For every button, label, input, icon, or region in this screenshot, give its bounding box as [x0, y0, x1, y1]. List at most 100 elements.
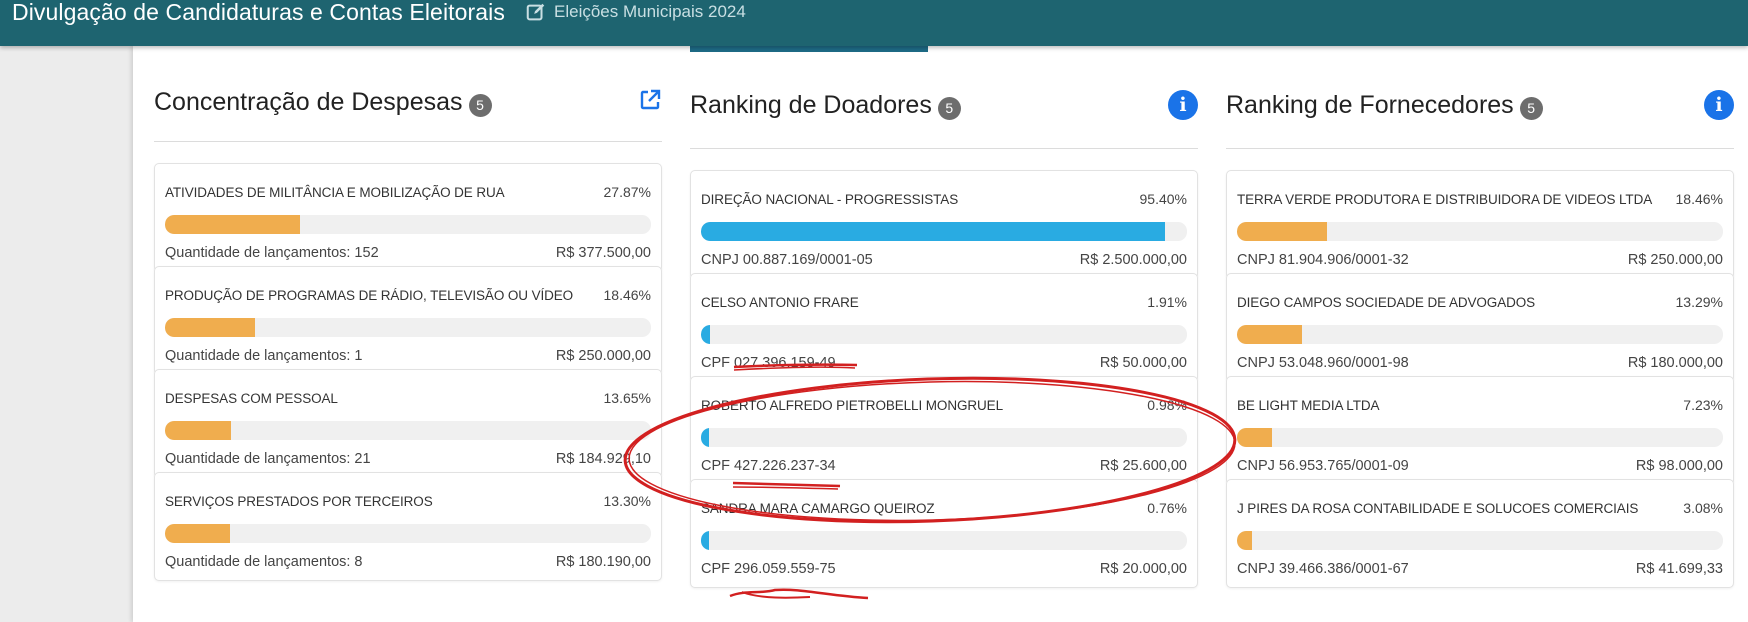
- despesas-header: Concentração de Despesas 5: [154, 46, 662, 142]
- supplier-value: R$ 250.000,00: [1627, 252, 1723, 268]
- donor-name: CELSO ANTONIO FRARE: [701, 295, 859, 310]
- donor-percentage: 0.98%: [1147, 397, 1187, 413]
- expense-card[interactable]: DESPESAS COM PESSOAL 13.65% Quantidade de …: [154, 369, 662, 478]
- expense-value: R$ 250.000,00: [555, 348, 651, 364]
- donor-detail: CPF 427.226.237-34: [701, 458, 836, 474]
- expense-card[interactable]: ATIVIDADES DE MILITÂNCIA E MOBILIZAÇÃO D…: [154, 163, 662, 272]
- expense-percentage: 13.30%: [603, 493, 651, 509]
- supplier-progress-bar: [1237, 428, 1723, 447]
- expense-percentage: 27.87%: [603, 184, 651, 200]
- donor-value: R$ 20.000,00: [1099, 561, 1187, 577]
- supplier-card[interactable]: DIEGO CAMPOS SOCIEDADE DE ADVOGADOS 13.29…: [1226, 273, 1734, 382]
- donor-detail: CPF 027.396.159-49: [701, 355, 836, 371]
- fornecedores-info-icon[interactable]: i: [1704, 90, 1734, 120]
- donor-progress-bar: [701, 428, 1187, 447]
- expense-progress-bar: [165, 421, 651, 440]
- donor-card[interactable]: DIREÇÃO NACIONAL - PROGRESSISTAS 95.40% CN…: [690, 170, 1198, 279]
- expense-progress-bar: [165, 524, 651, 543]
- donor-name: DIREÇÃO NACIONAL - PROGRESSISTAS: [701, 192, 959, 207]
- expense-detail: Quantidade de lançamentos: 152: [165, 245, 379, 261]
- supplier-percentage: 3.08%: [1683, 500, 1723, 516]
- supplier-name: BE LIGHT MEDIA LTDA: [1237, 398, 1380, 413]
- donor-progress-bar: [701, 325, 1187, 344]
- supplier-value: R$ 180.000,00: [1627, 355, 1723, 371]
- expense-name: DESPESAS COM PESSOAL: [165, 391, 338, 406]
- fornecedores-count-badge: 5: [1519, 96, 1543, 120]
- donor-percentage: 95.40%: [1139, 191, 1187, 207]
- doadores-info-icon[interactable]: i: [1168, 90, 1198, 120]
- donor-name: ROBERTO ALFREDO PIETROBELLI MONGRUEL: [701, 398, 1003, 413]
- edit-icon[interactable]: [525, 1, 547, 23]
- fornecedores-header: Ranking de Fornecedores 5 i: [1226, 46, 1734, 149]
- donor-card[interactable]: CELSO ANTONIO FRARE 1.91% CPF 027.396.159-…: [690, 273, 1198, 382]
- doadores-title-row: Ranking de Doadores 5: [690, 91, 961, 120]
- expense-value: R$ 184.929,10: [555, 451, 651, 467]
- supplier-percentage: 13.29%: [1675, 294, 1723, 310]
- donor-percentage: 1.91%: [1147, 294, 1187, 310]
- supplier-progress-fill: [1237, 531, 1252, 550]
- despesas-title: Concentração de Despesas: [154, 88, 463, 116]
- expense-progress-bar: [165, 318, 651, 337]
- donor-value: R$ 2.500.000,00: [1079, 252, 1187, 268]
- expense-name: SERVIÇOS PRESTADOS POR TERCEIROS: [165, 494, 433, 509]
- fornecedores-title-row: Ranking de Fornecedores 5: [1226, 91, 1543, 120]
- expense-detail: Quantidade de lançamentos: 21: [165, 451, 371, 467]
- expense-progress-bar: [165, 215, 651, 234]
- expense-percentage: 18.46%: [603, 287, 651, 303]
- expense-name: ATIVIDADES DE MILITÂNCIA E MOBILIZAÇÃO D…: [165, 185, 505, 200]
- donor-percentage: 0.76%: [1147, 500, 1187, 516]
- dashboard-content: Concentração de Despesas 5 ATIVIDADES DE…: [133, 46, 1748, 622]
- supplier-progress-bar: [1237, 222, 1723, 241]
- supplier-progress-bar: [1237, 325, 1723, 344]
- donor-progress-fill: [701, 222, 1165, 241]
- supplier-progress-fill: [1237, 428, 1273, 447]
- despesas-title-row: Concentração de Despesas 5: [154, 88, 492, 117]
- donor-progress-fill: [701, 428, 709, 447]
- supplier-detail: CNPJ 39.466.386/0001-67: [1237, 561, 1409, 577]
- expense-value: R$ 180.190,00: [555, 554, 651, 570]
- supplier-card[interactable]: BE LIGHT MEDIA LTDA 7.23% CNPJ 56.953.765/…: [1226, 376, 1734, 485]
- expense-progress-fill: [165, 421, 232, 440]
- supplier-detail: CNPJ 81.904.906/0001-32: [1237, 252, 1409, 268]
- supplier-percentage: 7.23%: [1683, 397, 1723, 413]
- expense-detail: Quantidade de lançamentos: 8: [165, 554, 363, 570]
- app-title: Divulgação de Candidaturas e Contas Elei…: [12, 0, 505, 25]
- donor-progress-fill: [701, 325, 711, 344]
- supplier-detail: CNPJ 53.048.960/0001-98: [1237, 355, 1409, 371]
- supplier-name: TERRA VERDE PRODUTORA E DISTRIBUIDORA DE…: [1237, 192, 1653, 207]
- doadores-title: Ranking de Doadores: [690, 91, 932, 119]
- donor-card[interactable]: SANDRA MARA CAMARGO QUEIROZ 0.76% CPF 296.…: [690, 479, 1198, 588]
- donor-progress-bar: [701, 531, 1187, 550]
- supplier-progress-bar: [1237, 531, 1723, 550]
- donor-value: R$ 25.600,00: [1099, 458, 1187, 474]
- supplier-card[interactable]: J PIRES DA ROSA CONTABILIDADE E SOLUCOES…: [1226, 479, 1734, 588]
- expense-card[interactable]: SERVIÇOS PRESTADOS POR TERCEIROS 13.30% Qu…: [154, 472, 662, 581]
- expense-progress-fill: [165, 524, 230, 543]
- supplier-percentage: 18.46%: [1675, 191, 1723, 207]
- donor-progress-fill: [701, 531, 709, 550]
- supplier-detail: CNPJ 56.953.765/0001-09: [1237, 458, 1409, 474]
- expense-percentage: 13.65%: [603, 390, 651, 406]
- external-link-icon[interactable]: [638, 88, 662, 117]
- expense-progress-fill: [165, 215, 301, 234]
- doadores-count-badge: 5: [937, 96, 961, 120]
- expense-progress-fill: [165, 318, 255, 337]
- expense-name: PRODUÇÃO DE PROGRAMAS DE RÁDIO, TELEVISÃ…: [165, 288, 574, 303]
- supplier-name: J PIRES DA ROSA CONTABILIDADE E SOLUCOES…: [1237, 501, 1639, 516]
- donor-name: SANDRA MARA CAMARGO QUEIROZ: [701, 501, 935, 516]
- expense-detail: Quantidade de lançamentos: 1: [165, 348, 363, 364]
- donor-progress-bar: [701, 222, 1187, 241]
- supplier-name: DIEGO CAMPOS SOCIEDADE DE ADVOGADOS: [1237, 295, 1536, 310]
- donor-detail: CNPJ 00.887.169/0001-05: [701, 252, 873, 268]
- expense-value: R$ 377.500,00: [555, 245, 651, 261]
- election-label: Eleições Municipais 2024: [554, 2, 746, 21]
- top-bar: Divulgação de Candidaturas e Contas Elei…: [0, 0, 1748, 46]
- supplier-value: R$ 41.699,33: [1635, 561, 1723, 577]
- doadores-header: Ranking de Doadores 5 i: [690, 46, 1198, 149]
- supplier-progress-fill: [1237, 325, 1302, 344]
- despesas-count-badge: 5: [468, 93, 492, 117]
- expense-card[interactable]: PRODUÇÃO DE PROGRAMAS DE RÁDIO, TELEVISÃ…: [154, 266, 662, 375]
- fornecedores-title: Ranking de Fornecedores: [1226, 91, 1514, 119]
- supplier-card[interactable]: TERRA VERDE PRODUTORA E DISTRIBUIDORA DE…: [1226, 170, 1734, 279]
- donor-card[interactable]: ROBERTO ALFREDO PIETROBELLI MONGRUEL 0.98…: [690, 376, 1198, 485]
